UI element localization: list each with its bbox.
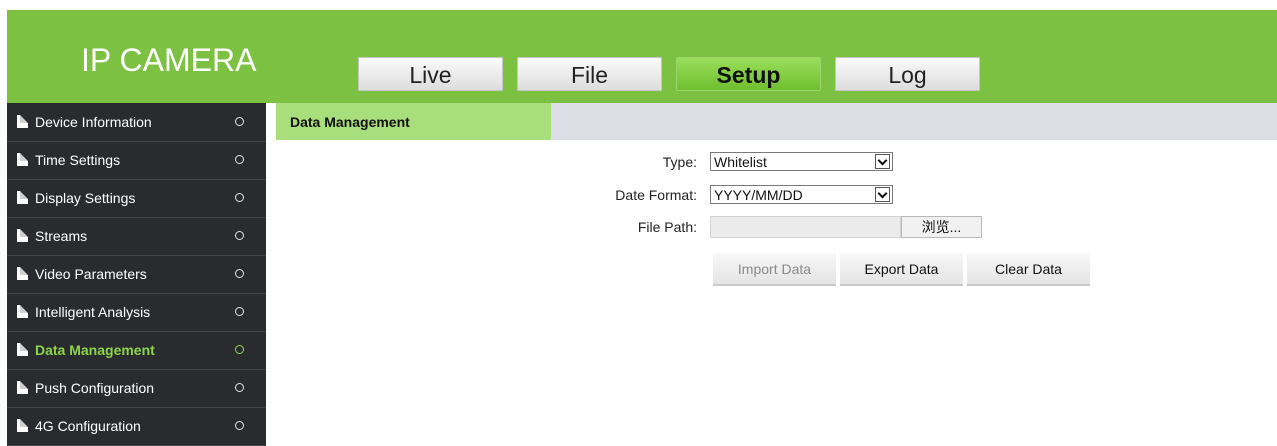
document-icon xyxy=(17,419,28,432)
sidebar-item-label: Device Information xyxy=(35,114,152,130)
circle-icon xyxy=(235,117,244,126)
sidebar-item-label: Streams xyxy=(35,228,88,244)
page-title: Data Management xyxy=(276,103,551,140)
sidebar-item-label: 4G Configuration xyxy=(35,418,141,434)
sidebar-item-display-settings[interactable]: Display Settings xyxy=(7,179,266,218)
sidebar-item-device-information[interactable]: Device Information xyxy=(7,103,266,142)
date-format-select-value: YYYY/MM/DD xyxy=(714,187,803,203)
chevron-down-icon xyxy=(875,187,890,202)
sidebar-item-streams[interactable]: Streams xyxy=(7,217,266,256)
sidebar-item-video-parameters[interactable]: Video Parameters xyxy=(7,255,266,294)
sidebar: Device Information Time Settings Display… xyxy=(7,103,266,446)
clear-data-button[interactable]: Clear Data xyxy=(967,253,1090,286)
sidebar-item-4g-configuration[interactable]: 4G Configuration xyxy=(7,407,266,446)
browse-button[interactable]: 浏览... xyxy=(901,216,982,238)
type-select[interactable]: Whitelist xyxy=(710,152,893,171)
nav-setup[interactable]: Setup xyxy=(676,57,821,91)
document-icon xyxy=(17,381,28,394)
nav-live[interactable]: Live xyxy=(358,57,503,91)
sidebar-item-push-configuration[interactable]: Push Configuration xyxy=(7,369,266,408)
circle-icon xyxy=(235,383,244,392)
document-icon xyxy=(17,153,28,166)
circle-icon xyxy=(235,269,244,278)
document-icon xyxy=(17,305,28,318)
file-path-label: File Path: xyxy=(637,219,697,235)
sidebar-item-label: Intelligent Analysis xyxy=(35,304,151,320)
circle-icon xyxy=(235,193,244,202)
import-data-button[interactable]: Import Data xyxy=(713,253,836,286)
sidebar-item-time-settings[interactable]: Time Settings xyxy=(7,141,266,180)
export-data-button[interactable]: Export Data xyxy=(840,253,963,286)
sidebar-item-intelligent-analysis[interactable]: Intelligent Analysis xyxy=(7,293,266,332)
sidebar-item-label: Time Settings xyxy=(35,152,121,168)
sidebar-item-data-management[interactable]: Data Management xyxy=(7,331,266,370)
circle-icon xyxy=(235,421,244,430)
nav-file[interactable]: File xyxy=(517,57,662,91)
page-title-bar: Data Management xyxy=(276,103,1277,140)
document-icon xyxy=(17,229,28,242)
sidebar-item-label: Video Parameters xyxy=(35,266,147,282)
circle-icon xyxy=(235,307,244,316)
document-icon xyxy=(17,115,28,128)
file-path-input[interactable] xyxy=(710,216,901,238)
logo: IP CAMERA xyxy=(81,42,257,78)
type-label: Type: xyxy=(662,154,697,170)
type-select-value: Whitelist xyxy=(714,154,767,170)
document-icon xyxy=(17,343,28,356)
circle-icon xyxy=(235,155,244,164)
sidebar-item-label: Data Management xyxy=(35,342,155,358)
document-icon xyxy=(17,267,28,280)
date-format-label: Date Format: xyxy=(615,187,697,203)
chevron-down-icon xyxy=(875,154,890,169)
sidebar-item-label: Push Configuration xyxy=(35,380,155,396)
circle-icon xyxy=(235,345,244,354)
nav-log[interactable]: Log xyxy=(835,57,980,91)
date-format-select[interactable]: YYYY/MM/DD xyxy=(710,185,893,204)
sidebar-item-label: Display Settings xyxy=(35,190,136,206)
document-icon xyxy=(17,191,28,204)
header: IP CAMERA Live File Setup Log xyxy=(0,0,1277,103)
circle-icon xyxy=(235,231,244,240)
